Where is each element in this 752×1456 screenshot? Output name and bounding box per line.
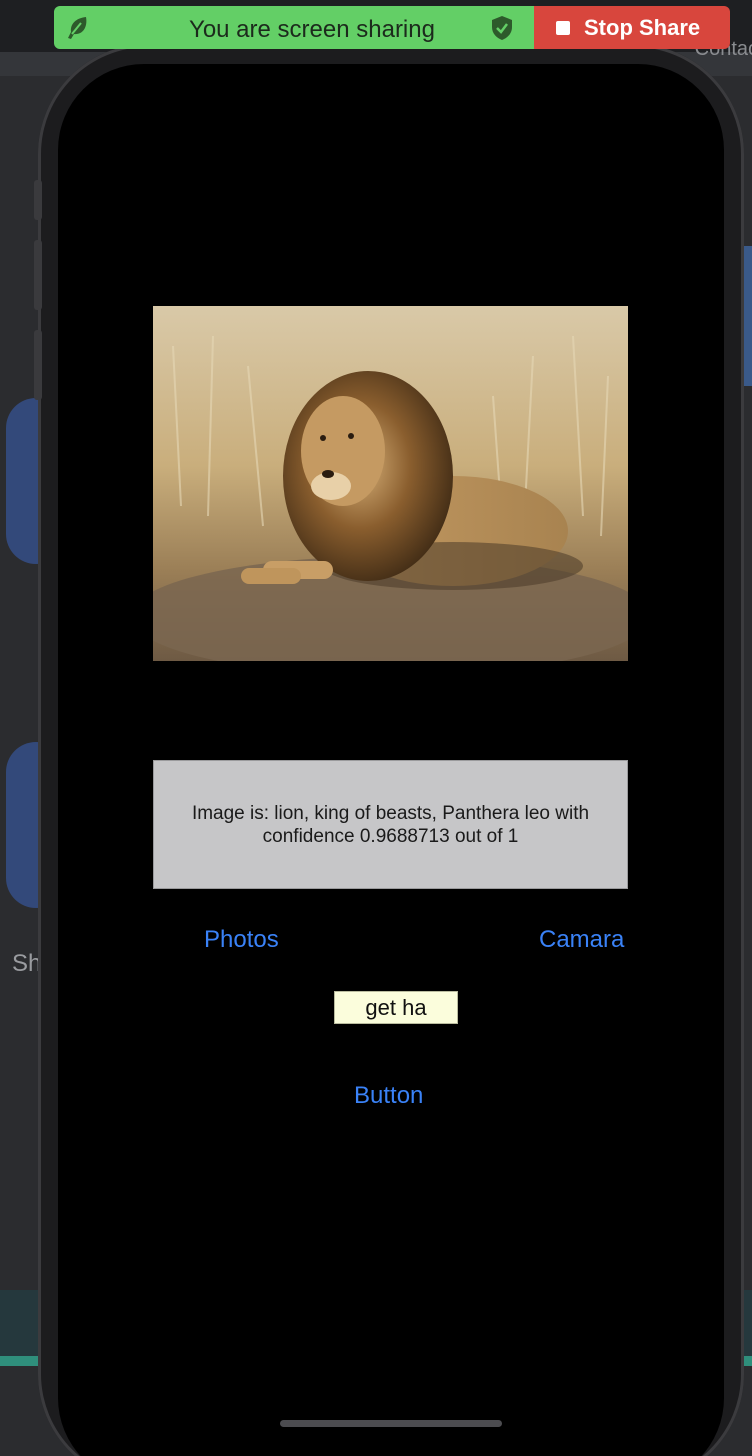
hash-text-field[interactable] [334,991,458,1024]
sharing-status-text: You are screen sharing [189,16,435,43]
leaf-icon [68,17,87,39]
classification-result-text: Image is: lion, king of beasts, Panthera… [191,802,590,847]
background-left-text: Sh [12,950,42,977]
home-indicator[interactable] [280,1420,502,1427]
camara-button[interactable]: Camara [539,926,624,954]
shield-check-icon [492,16,512,40]
generic-button[interactable]: Button [354,1082,423,1110]
screen-share-stage: Contac Sh i [0,0,752,1456]
stop-share-label: Stop Share [584,14,701,40]
screen-share-banner: You are screen sharing Stop Share [54,6,730,49]
lion-photo-graphic [153,306,628,661]
classification-result-label: Image is: lion, king of beasts, Panthera… [153,760,628,889]
stop-square-icon [556,20,570,35]
phone-silent-switch [34,180,42,220]
phone-screen: Image is: lion, king of beasts, Panthera… [58,64,724,1456]
lion-photo [153,306,628,661]
phone-volume-down [34,330,42,400]
photos-button[interactable]: Photos [204,926,279,954]
phone-volume-up [34,240,42,310]
stop-share-button[interactable]: Stop Share [534,6,730,49]
sharing-status-bar[interactable]: You are screen sharing [54,6,534,49]
